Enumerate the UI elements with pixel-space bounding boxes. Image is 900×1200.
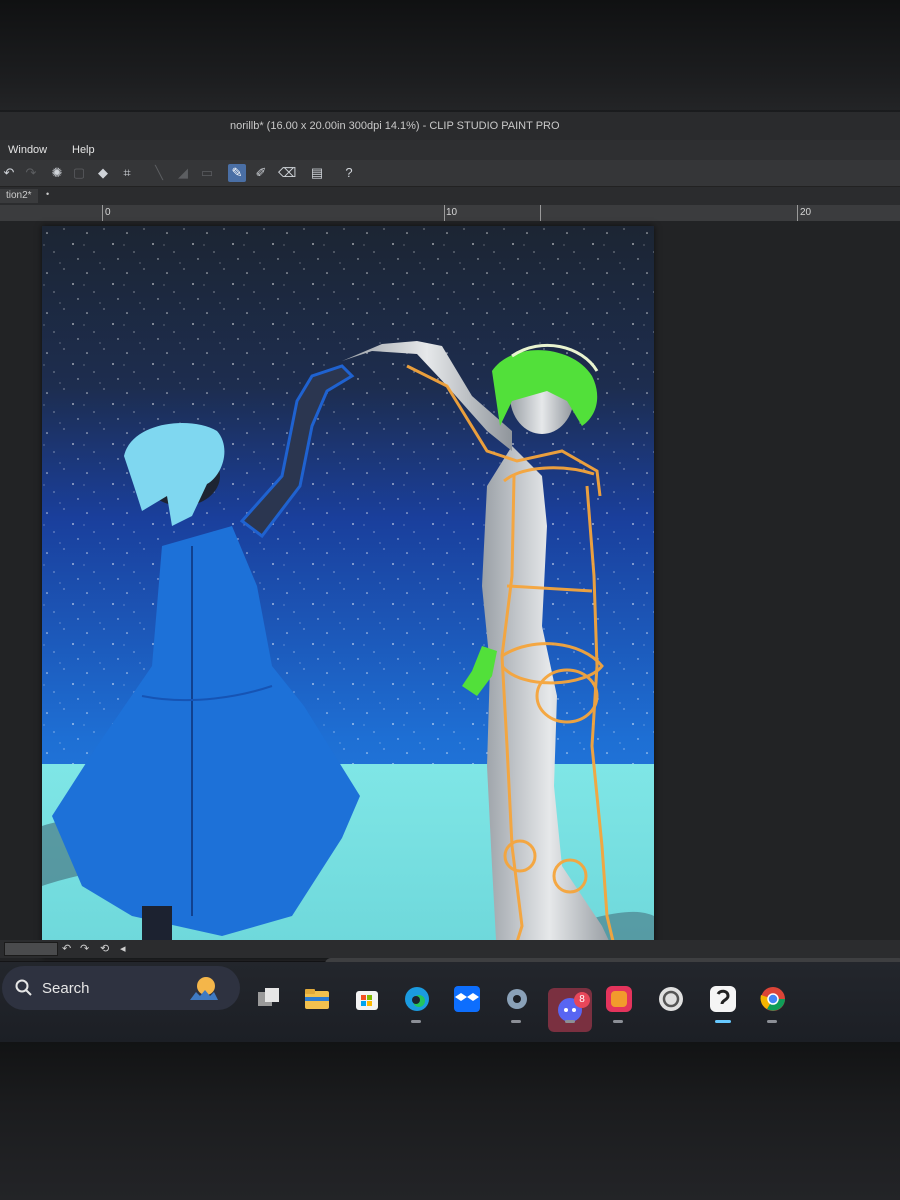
search-label: Search: [42, 980, 90, 997]
pen-icon[interactable]: ✎: [228, 164, 246, 182]
clip-studio-paint-active-indicator: [715, 1020, 731, 1023]
monitor-bezel-bottom: [0, 1042, 900, 1200]
settings-gear-icon[interactable]: [502, 984, 532, 1014]
settings-running-indicator: [511, 1020, 521, 1023]
window-title: norillb* (16.00 x 20.00in 300dpi 14.1%) …: [230, 120, 560, 132]
clip-studio-paint-icon[interactable]: [708, 984, 738, 1014]
clip-studio-icon[interactable]: [656, 984, 686, 1014]
chrome-running-indicator: [767, 1020, 777, 1023]
monitor-bezel-top: [0, 0, 900, 110]
taskbar-search[interactable]: Search: [2, 966, 240, 1010]
sidebar-icon[interactable]: ▤: [308, 164, 326, 182]
edge-icon[interactable]: [402, 984, 432, 1014]
help-icon[interactable]: ?: [340, 164, 358, 182]
rotate-left-icon[interactable]: ↶: [62, 942, 71, 955]
redo-icon[interactable]: ↷: [22, 164, 40, 182]
search-icon: [15, 979, 32, 996]
creative-cloud-icon[interactable]: [604, 984, 634, 1014]
discord-running-indicator: [565, 1020, 575, 1023]
zoom-field[interactable]: [4, 942, 58, 956]
undo-icon[interactable]: ↶: [0, 164, 18, 182]
dropbox-icon[interactable]: [452, 984, 482, 1014]
microsoft-store-icon[interactable]: [352, 984, 382, 1014]
discord-notification-badge: 8: [574, 992, 590, 1008]
weather-icon[interactable]: [188, 976, 220, 1002]
menu-item-window[interactable]: Window: [8, 144, 47, 156]
frame-icon[interactable]: ▭: [198, 164, 216, 182]
task-view-icon[interactable]: [254, 984, 284, 1014]
chrome-icon[interactable]: [758, 984, 788, 1014]
transform-icon[interactable]: ⌗: [118, 164, 136, 182]
ruler-label-10: 10: [446, 207, 458, 218]
windows-taskbar: Search: [0, 962, 900, 1042]
document-tab[interactable]: tion2*: [0, 189, 38, 203]
gradient-icon[interactable]: ◢: [174, 164, 192, 182]
ruler-label-0: 0: [105, 207, 111, 218]
creative-cloud-running-indicator: [613, 1020, 623, 1023]
reset-rotation-icon[interactable]: ⟲: [100, 942, 109, 955]
artwork-illustration: [42, 226, 654, 958]
status-bar: ↶ ↷ ⟲ ◂: [0, 940, 900, 958]
selection-icon[interactable]: ✺: [48, 164, 66, 182]
flip-icon[interactable]: ◂: [120, 942, 126, 955]
eraser-icon[interactable]: ⌫: [278, 164, 296, 182]
title-bar: norillb* (16.00 x 20.00in 300dpi 14.1%) …: [0, 112, 900, 140]
tab-close-icon[interactable]: •: [46, 189, 49, 199]
document-tab-row: tion2* •: [0, 187, 900, 205]
drawing-canvas[interactable]: [42, 226, 654, 958]
rotate-right-icon[interactable]: ↷: [80, 942, 89, 955]
command-bar: ↶ ↷ ✺ ▢ ◆ ⌗ ╲ ◢ ▭ ✎ ✐ ⌫ ▤ ?: [0, 160, 900, 187]
slash-icon[interactable]: ╲: [150, 164, 168, 182]
fill-icon[interactable]: ◆: [94, 164, 112, 182]
menu-bar: Window Help: [0, 140, 900, 160]
brush-icon[interactable]: ✐: [252, 164, 270, 182]
horizontal-ruler: 0 10 20: [0, 205, 900, 222]
ruler-label-20: 20: [800, 207, 812, 218]
edge-running-indicator: [411, 1020, 421, 1023]
clear-icon[interactable]: ▢: [70, 164, 88, 182]
file-explorer-icon[interactable]: [302, 984, 332, 1014]
menu-item-help[interactable]: Help: [72, 144, 95, 156]
